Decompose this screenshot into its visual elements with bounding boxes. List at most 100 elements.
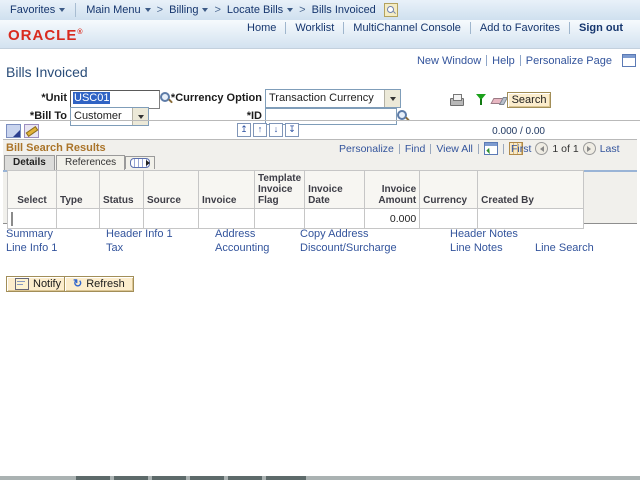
select-all-icon[interactable]	[6, 124, 21, 138]
line-search-link[interactable]: Line Search	[535, 242, 594, 254]
bill-search-results-grid: Bill Search Results Personalize Find Vie…	[3, 139, 637, 224]
row-select-checkbox[interactable]	[11, 212, 13, 226]
grid-title: Bill Search Results	[6, 142, 106, 154]
clear-icon[interactable]	[492, 95, 507, 106]
oracle-logo: ORACLE®	[8, 27, 84, 44]
http-window-icon[interactable]	[622, 54, 636, 67]
first-link[interactable]: First	[511, 143, 531, 155]
tab-details[interactable]: Details	[4, 155, 55, 170]
header-info-1-link[interactable]: Header Info 1	[106, 228, 173, 240]
refresh-label: Refresh	[86, 278, 125, 290]
cell-invoice-date	[305, 209, 365, 229]
personalize-link[interactable]: Personalize	[339, 143, 394, 155]
cell-type	[57, 209, 100, 229]
refresh-icon: ↻	[73, 279, 82, 289]
chevron-down-icon	[287, 8, 293, 12]
clear-all-icon[interactable]	[24, 124, 39, 138]
cell-template-invoice-flag	[255, 209, 305, 229]
home-link[interactable]: Home	[238, 22, 285, 34]
summary-link[interactable]: Summary	[6, 228, 53, 240]
breadcrumb-separator: >	[299, 4, 305, 16]
link-divider	[478, 144, 479, 154]
page-action-links: New Window Help Personalize Page	[412, 54, 636, 67]
currency-option-label: *Currency Option	[150, 92, 262, 104]
multichannel-console-link[interactable]: MultiChannel Console	[344, 22, 470, 34]
scroll-top-icon[interactable]: ↥	[237, 123, 251, 137]
personalize-page-link[interactable]: Personalize Page	[521, 55, 617, 67]
accounting-link[interactable]: Accounting	[215, 242, 269, 254]
breadcrumb-item-locate-bills[interactable]: Locate Bills	[223, 4, 297, 16]
previous-row-icon[interactable]	[535, 142, 548, 155]
last-link[interactable]: Last	[600, 143, 620, 155]
cell-source	[144, 209, 199, 229]
breadcrumb-divider	[75, 3, 76, 17]
bill-to-select[interactable]: Customer	[70, 107, 149, 126]
add-to-favorites-link[interactable]: Add to Favorites	[471, 22, 569, 34]
results-table: Select Type Status Source Invoice Templa…	[7, 170, 584, 229]
refresh-button[interactable]: ↻ Refresh	[64, 276, 134, 292]
chevron-down-icon	[202, 8, 208, 12]
help-link[interactable]: Help	[487, 55, 520, 67]
header-band: Home Worklist MultiChannel Console Add t…	[0, 20, 640, 49]
cell-created-by	[478, 209, 584, 229]
discount-surcharge-link[interactable]: Discount/Surcharge	[300, 242, 397, 254]
currency-option-select[interactable]: Transaction Currency	[265, 89, 401, 108]
scroll-bottom-icon[interactable]: ↧	[285, 123, 299, 137]
show-all-columns-icon	[130, 158, 150, 168]
cell-select	[8, 209, 57, 229]
unit-value: USC01	[73, 92, 110, 104]
amount-totals: 0.000 / 0.00	[430, 126, 545, 137]
header-notes-link[interactable]: Header Notes	[450, 228, 518, 240]
line-notes-link[interactable]: Line Notes	[450, 242, 503, 254]
cell-status	[100, 209, 144, 229]
notify-label: Notify	[33, 278, 61, 290]
scroll-up-icon[interactable]: ↑	[253, 123, 267, 137]
breadcrumb-item-main-menu[interactable]: Main Menu	[82, 4, 154, 16]
link-divider	[430, 144, 431, 154]
col-currency: Currency	[420, 171, 478, 209]
show-all-columns-tab[interactable]	[125, 156, 155, 169]
chevron-down-icon	[145, 8, 151, 12]
favorites-menu[interactable]: Favorites	[6, 4, 69, 16]
download-to-excel-icon[interactable]	[484, 142, 498, 155]
col-select: Select	[8, 171, 57, 209]
new-window-link[interactable]: New Window	[412, 55, 486, 67]
dropdown-arrow-icon[interactable]	[132, 108, 148, 125]
page-title: Bills Invoiced	[6, 64, 88, 80]
scroll-down-icon[interactable]: ↓	[269, 123, 283, 137]
breadcrumb-label: Locate Bills	[227, 4, 283, 16]
breadcrumb-bar: Favorites Main Menu > Billing > Locate B…	[0, 0, 640, 21]
dropdown-arrow-icon[interactable]	[384, 90, 400, 107]
view-all-link[interactable]: View All	[436, 143, 473, 155]
cell-currency	[420, 209, 478, 229]
chevron-down-icon	[59, 8, 65, 12]
link-divider	[503, 144, 504, 154]
row-range: 1 of 1	[552, 143, 578, 155]
breadcrumb-separator: >	[157, 4, 163, 16]
notify-button[interactable]: Notify	[6, 276, 70, 292]
next-row-icon[interactable]	[583, 142, 596, 155]
tab-references[interactable]: References	[56, 155, 125, 170]
col-type: Type	[57, 171, 100, 209]
print-icon[interactable]	[450, 94, 464, 107]
link-divider	[399, 144, 400, 154]
filter-icon[interactable]	[476, 94, 488, 107]
peoplesoft-bills-invoiced-page: Favorites Main Menu > Billing > Locate B…	[0, 0, 640, 480]
line-info-1-link[interactable]: Line Info 1	[6, 242, 57, 254]
tax-link[interactable]: Tax	[106, 242, 123, 254]
breadcrumb-separator: >	[214, 4, 220, 16]
cell-invoice-amount: 0.000	[365, 209, 420, 229]
worklist-link[interactable]: Worklist	[286, 22, 343, 34]
find-link[interactable]: Find	[405, 143, 425, 155]
col-status: Status	[100, 171, 144, 209]
address-link[interactable]: Address	[215, 228, 255, 240]
grid-toolbar-links: Personalize Find View All	[339, 142, 523, 155]
copy-address-link[interactable]: Copy Address	[300, 228, 368, 240]
grid-pager: First 1 of 1 Last	[511, 142, 620, 155]
taskbar-strip	[0, 476, 640, 480]
unit-label: *Unit	[0, 92, 67, 104]
breadcrumb-item-billing[interactable]: Billing	[165, 4, 212, 16]
search-button[interactable]: Search	[507, 92, 551, 108]
breadcrumb-search-icon[interactable]	[384, 3, 398, 17]
sign-out-link[interactable]: Sign out	[570, 22, 632, 34]
